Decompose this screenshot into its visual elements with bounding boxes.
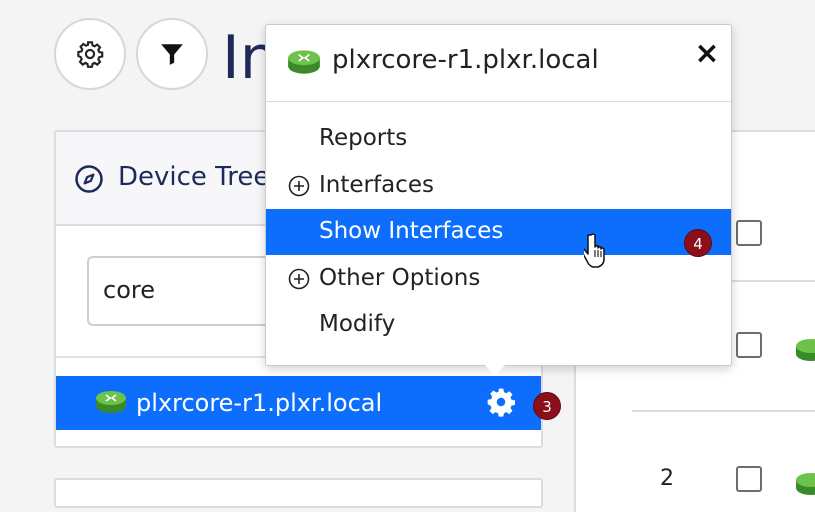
- tree-item-label: plxrcore-r1.plxr.local: [136, 389, 383, 417]
- lower-panel: [54, 478, 543, 508]
- gear-icon: [77, 41, 104, 68]
- menu-item-interfaces[interactable]: Interfaces: [266, 163, 731, 209]
- step-badge-4: 4: [684, 229, 712, 257]
- step-badge-3: 3: [533, 392, 561, 420]
- gear-icon[interactable]: [485, 386, 517, 418]
- close-button[interactable]: ×: [690, 37, 724, 71]
- compass-icon: [75, 165, 103, 193]
- menu-item-modify[interactable]: Modify: [266, 302, 731, 348]
- hand-cursor-icon: [584, 233, 605, 268]
- row-checkbox[interactable]: [736, 220, 762, 246]
- plus-circle-icon: [288, 175, 310, 197]
- menu-item-label: Show Interfaces: [319, 218, 504, 244]
- device-search-value: core: [103, 276, 155, 304]
- router-icon: [796, 339, 815, 361]
- router-icon: [796, 473, 815, 495]
- row-checkbox[interactable]: [736, 332, 762, 358]
- menu-item-show-interfaces[interactable]: Show Interfaces 4: [266, 209, 731, 257]
- popover-arrow: [484, 364, 506, 376]
- plus-circle-icon: [288, 268, 310, 290]
- popover-title: plxrcore-r1.plxr.local: [332, 45, 599, 75]
- router-icon: [288, 50, 320, 74]
- row-number: 2: [660, 466, 674, 491]
- device-context-popover: plxrcore-r1.plxr.local × Reports Interfa…: [265, 24, 732, 366]
- filter-button[interactable]: [136, 18, 208, 90]
- tree-item-plxrcore-r1[interactable]: plxrcore-r1.plxr.local: [56, 376, 541, 430]
- menu-item-label: Reports: [319, 125, 408, 151]
- router-icon: [96, 391, 126, 413]
- menu-item-reports[interactable]: Reports: [266, 116, 731, 162]
- settings-button[interactable]: [54, 18, 126, 90]
- menu-item-label: Interfaces: [319, 172, 434, 198]
- menu-item-other-options[interactable]: Other Options: [266, 256, 731, 302]
- menu-item-label: Modify: [319, 311, 396, 337]
- popover-header: plxrcore-r1.plxr.local ×: [266, 25, 731, 102]
- filter-icon: [161, 44, 183, 65]
- page-title: In: [222, 23, 270, 93]
- device-tree-title: Device Tree: [118, 162, 270, 192]
- row-checkbox[interactable]: [736, 466, 762, 492]
- menu-item-label: Other Options: [319, 265, 481, 291]
- row-divider: [632, 410, 815, 412]
